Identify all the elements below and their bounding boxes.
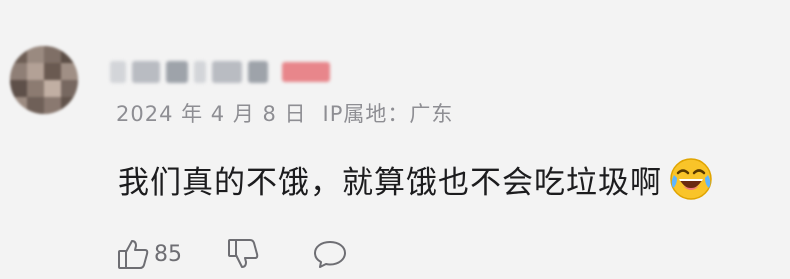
dislike-button[interactable]: [226, 237, 260, 271]
thumbs-up-icon: [116, 237, 150, 271]
comment-card: 2024 年 4 月 8 日 IP属地：广东 我们真的不饿，就算饿也不会吃垃圾啊: [0, 0, 790, 279]
avatar[interactable]: [10, 46, 78, 114]
reply-button[interactable]: [312, 237, 348, 271]
chat-bubble-icon: [312, 237, 348, 271]
laughing-crying-emoji: [668, 156, 714, 202]
comment-text: 我们真的不饿，就算饿也不会吃垃圾啊: [118, 164, 662, 201]
user-badge: [282, 62, 330, 82]
like-count: 85: [154, 241, 182, 267]
like-button[interactable]: 85: [116, 237, 182, 271]
thumbs-down-icon: [226, 237, 260, 271]
comment-meta: 2024 年 4 月 8 日 IP属地：广东: [116, 98, 453, 128]
comment-actions: 85: [116, 232, 348, 276]
comment-date: 2024 年 4 月 8 日: [116, 102, 307, 126]
comment-body: 我们真的不饿，就算饿也不会吃垃圾啊: [118, 156, 714, 202]
ip-location: IP属地：广东: [322, 102, 454, 126]
username-redacted[interactable]: [110, 57, 330, 87]
